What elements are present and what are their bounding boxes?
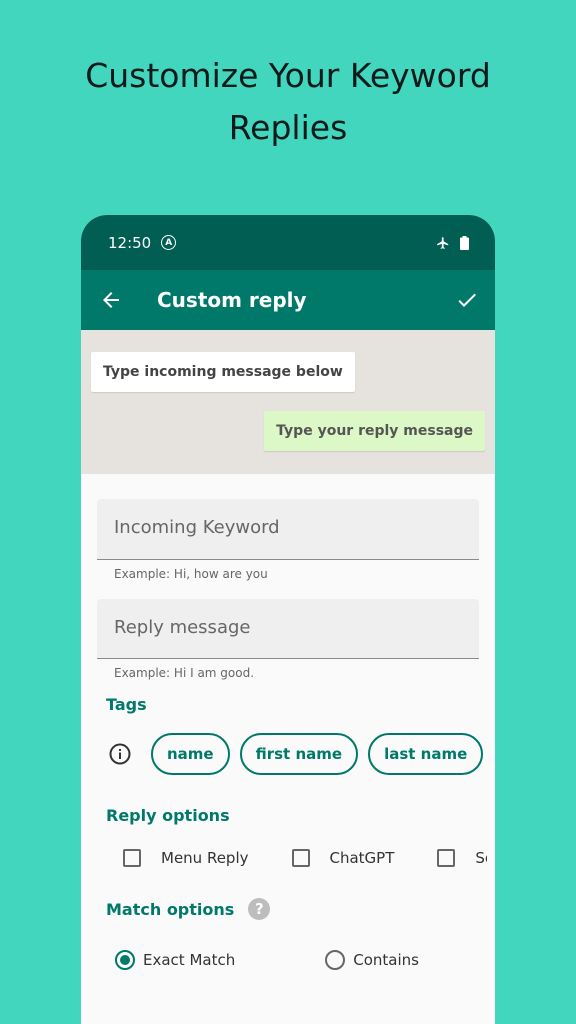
reply-message-bubble: Type your reply message [264,411,485,451]
reply-message-helper: Example: Hi I am good. [114,666,255,680]
status-time: 12:50 [108,233,152,252]
menu-reply-checkbox[interactable] [123,849,141,867]
reply-form: Incoming Keyword Example: Hi, how are yo… [81,474,495,970]
tag-chip-first-name[interactable]: first name [239,733,359,775]
reply-options-row: Menu Reply ChatGPT Se [97,843,487,873]
help-icon[interactable]: ? [248,898,271,920]
reply-message-field[interactable]: Reply message [97,599,479,659]
menu-reply-label: Menu Reply [161,849,249,867]
incoming-keyword-field[interactable]: Incoming Keyword [97,499,479,560]
match-options-row: Exact Match Contains [97,950,479,970]
app-bar: Custom reply [81,270,495,330]
chatgpt-label: ChatGPT [329,849,395,867]
headline-line-1: Customize Your Keyword [85,56,491,95]
contains-radio[interactable] [325,950,346,970]
phone-frame: 12:50 A Custom reply Type incoming messa… [81,215,495,1024]
incoming-message-bubble: Type incoming message below [91,352,355,392]
third-option-label: Se [475,849,487,867]
battery-icon [460,235,469,250]
exact-match-label: Exact Match [143,951,236,969]
airplane-mode-icon [436,236,450,250]
match-options-header: Match options ? [97,898,479,920]
chat-preview: Type incoming message below Type your re… [81,330,495,474]
tags-row: name first name last name da [97,732,487,776]
chatgpt-checkbox[interactable] [291,849,310,867]
headline-line-2: Replies [228,108,348,147]
exact-match-radio[interactable] [115,950,135,970]
reply-options-label: Reply options [106,806,230,825]
status-bar: 12:50 A [81,215,495,270]
page-title: Custom reply [157,288,307,312]
tags-label: Tags [106,695,147,714]
tag-chip-last-name[interactable]: last name [368,733,484,775]
contains-label: Contains [353,951,419,969]
tag-chip-name[interactable]: name [151,733,230,775]
third-option-checkbox[interactable] [437,849,456,867]
save-check-icon[interactable] [455,288,479,312]
info-icon[interactable] [108,742,132,766]
headline: Customize Your Keyword Replies [0,50,576,154]
auto-icon: A [161,235,177,250]
incoming-keyword-helper: Example: Hi, how are you [114,567,268,581]
back-arrow-icon[interactable] [99,288,123,312]
match-options-label: Match options [106,899,235,919]
